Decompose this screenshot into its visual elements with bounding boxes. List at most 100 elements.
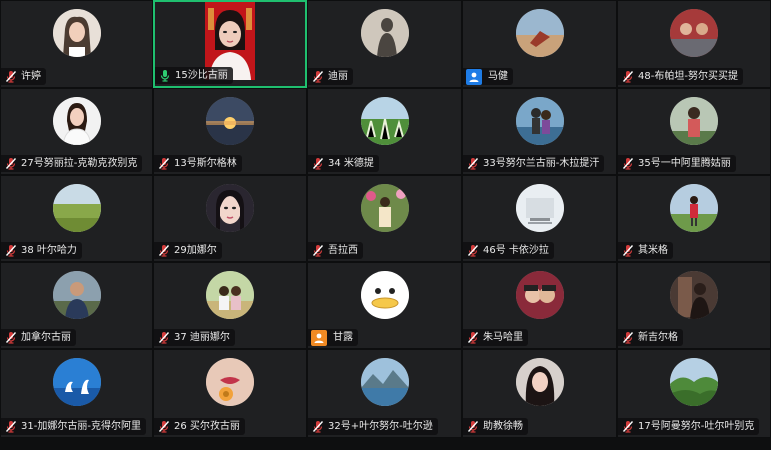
participant-nameplate: 46号 卡依沙拉 <box>463 242 554 259</box>
participant-tile[interactable]: 37 迪丽娜尔 <box>153 262 307 349</box>
participant-nameplate: 34 米德提 <box>308 155 379 172</box>
participant-nameplate: 33号努尔兰古丽-木拉提汗 <box>463 155 605 172</box>
participant-name: 48-布帕坦-努尔买买提 <box>638 71 738 82</box>
avatar-woman-hair <box>515 358 564 406</box>
participant-name: 37 迪丽娜尔 <box>174 332 230 343</box>
participant-name: 35号一中阿里腾姑丽 <box>638 158 731 169</box>
participant-nameplate: 37 迪丽娜尔 <box>154 329 235 346</box>
avatar-people-car <box>670 9 718 57</box>
mic-muted-icon <box>466 244 479 257</box>
participant-nameplate: 朱马哈里 <box>463 329 528 346</box>
participant-tile[interactable]: 26 买尔孜古丽 <box>153 349 307 438</box>
participant-tile[interactable]: 35号一中阿里腾姑丽 <box>617 88 771 175</box>
avatar-red-figure-field <box>670 184 718 232</box>
avatar-snow-text <box>515 184 564 232</box>
mic-muted-icon <box>466 420 479 433</box>
participant-name: 加拿尔古丽 <box>21 332 71 343</box>
participant-tile[interactable]: 15沙比古丽 <box>153 0 307 88</box>
avatar-shadow-wall <box>360 9 409 57</box>
avatar-swans-blue <box>52 358 101 406</box>
participant-nameplate: 马健 <box>463 68 513 85</box>
participant-tile[interactable]: 32号+叶尔努尔-吐尔逊 <box>307 349 462 438</box>
participant-tile[interactable]: 29加娜尔 <box>153 175 307 262</box>
participant-name: 27号努丽拉-克勒克孜别克 <box>21 158 138 169</box>
participant-name: 吾拉西 <box>328 245 358 256</box>
participant-nameplate: 吾拉西 <box>308 242 363 259</box>
participant-name: 38 叶尔哈力 <box>21 245 77 256</box>
mic-muted-icon <box>621 70 634 83</box>
participant-nameplate: 31-加娜尔古丽-克得尔阿里 <box>1 418 146 435</box>
participant-nameplate: 13号斯尔格林 <box>154 155 242 172</box>
participant-tile[interactable]: 17号阿曼努尔-吐尔叶别克 <box>617 349 771 438</box>
avatar-two-girls <box>206 271 254 319</box>
mic-muted-icon <box>4 70 17 83</box>
participant-nameplate: 许婷 <box>1 68 46 85</box>
mic-muted-icon <box>4 244 17 257</box>
participant-name: 新吉尔格 <box>638 332 678 343</box>
mic-muted-icon <box>157 157 170 170</box>
participant-tile[interactable]: 38 叶尔哈力 <box>0 175 153 262</box>
participant-nameplate: 其米格 <box>618 242 673 259</box>
participant-tile[interactable]: 甘露 <box>307 262 462 349</box>
participant-name: 朱马哈里 <box>483 332 523 343</box>
participant-tile[interactable]: 34 米德提 <box>307 88 462 175</box>
participant-name: 助教徐畅 <box>483 421 523 432</box>
mic-muted-icon <box>157 244 170 257</box>
participant-tile[interactable]: 迪丽 <box>307 0 462 88</box>
mic-muted-icon <box>621 331 634 344</box>
mic-muted-icon <box>621 244 634 257</box>
avatar-woman-outdoor <box>670 97 718 145</box>
participant-tile[interactable]: 46号 卡依沙拉 <box>462 175 617 262</box>
avatar-woman-portrait <box>52 9 101 57</box>
mic-muted-icon <box>311 157 324 170</box>
participant-tile[interactable]: 13号斯尔格林 <box>153 88 307 175</box>
mic-muted-icon <box>157 420 170 433</box>
participant-nameplate: 15沙比古丽 <box>155 67 233 84</box>
participant-tile[interactable]: 加拿尔古丽 <box>0 262 153 349</box>
participant-tile[interactable]: 48-布帕坦-努尔买买提 <box>617 0 771 88</box>
mic-muted-icon <box>157 331 170 344</box>
participant-name: 13号斯尔格林 <box>174 158 237 169</box>
mic-muted-icon <box>311 70 324 83</box>
avatar-beach-figure <box>515 9 564 57</box>
participant-tile[interactable]: 许婷 <box>0 0 153 88</box>
mic-active-icon <box>158 69 171 82</box>
participant-tile[interactable]: 马健 <box>462 0 617 88</box>
mic-muted-icon <box>466 157 479 170</box>
avatar-woman-white-shirt <box>52 97 101 145</box>
avatar-grassland <box>52 184 101 232</box>
participant-name: 46号 卡依沙拉 <box>483 245 549 256</box>
participant-tile[interactable]: 新吉尔格 <box>617 262 771 349</box>
participant-name: 迪丽 <box>328 71 348 82</box>
mic-muted-icon <box>4 331 17 344</box>
participant-nameplate: 38 叶尔哈力 <box>1 242 82 259</box>
participant-grid: 许婷 15沙比古丽 迪丽 马健 48-布帕坦-努尔买买提 27号努丽拉-克勒克孜… <box>0 0 771 450</box>
participant-tile[interactable]: 27号努丽拉-克勒克孜别克 <box>0 88 153 175</box>
participant-tile[interactable]: 吾拉西 <box>307 175 462 262</box>
participant-tile[interactable]: 33号努尔兰古丽-木拉提汗 <box>462 88 617 175</box>
participant-name: 其米格 <box>638 245 668 256</box>
participant-name: 15沙比古丽 <box>175 70 228 81</box>
mic-muted-icon <box>311 420 324 433</box>
participant-name: 许婷 <box>21 71 41 82</box>
participant-tile[interactable]: 31-加娜尔古丽-克得尔阿里 <box>0 349 153 438</box>
avatar-lips-flower <box>206 358 254 406</box>
participant-tile[interactable]: 其米格 <box>617 175 771 262</box>
participant-nameplate: 助教徐畅 <box>463 418 528 435</box>
avatar-mountain-lake <box>360 358 409 406</box>
mic-muted-icon <box>4 157 17 170</box>
participant-tile[interactable]: 助教徐畅 <box>462 349 617 438</box>
participant-nameplate: 26 买尔孜古丽 <box>154 418 245 435</box>
participant-name: 34 米德提 <box>328 158 374 169</box>
mic-muted-icon <box>621 420 634 433</box>
mic-muted-icon <box>621 157 634 170</box>
participant-nameplate: 29加娜尔 <box>154 242 222 259</box>
participant-name: 17号阿曼努尔-吐尔叶别克 <box>638 421 755 432</box>
participant-nameplate: 48-布帕坦-努尔买买提 <box>618 68 743 85</box>
participant-name: 甘露 <box>333 332 353 343</box>
participant-name: 马健 <box>488 71 508 82</box>
participant-tile[interactable]: 朱马哈里 <box>462 262 617 349</box>
participant-nameplate: 32号+叶尔努尔-吐尔逊 <box>308 418 438 435</box>
avatar-woman-flowers <box>360 184 409 232</box>
participant-name: 29加娜尔 <box>174 245 217 256</box>
